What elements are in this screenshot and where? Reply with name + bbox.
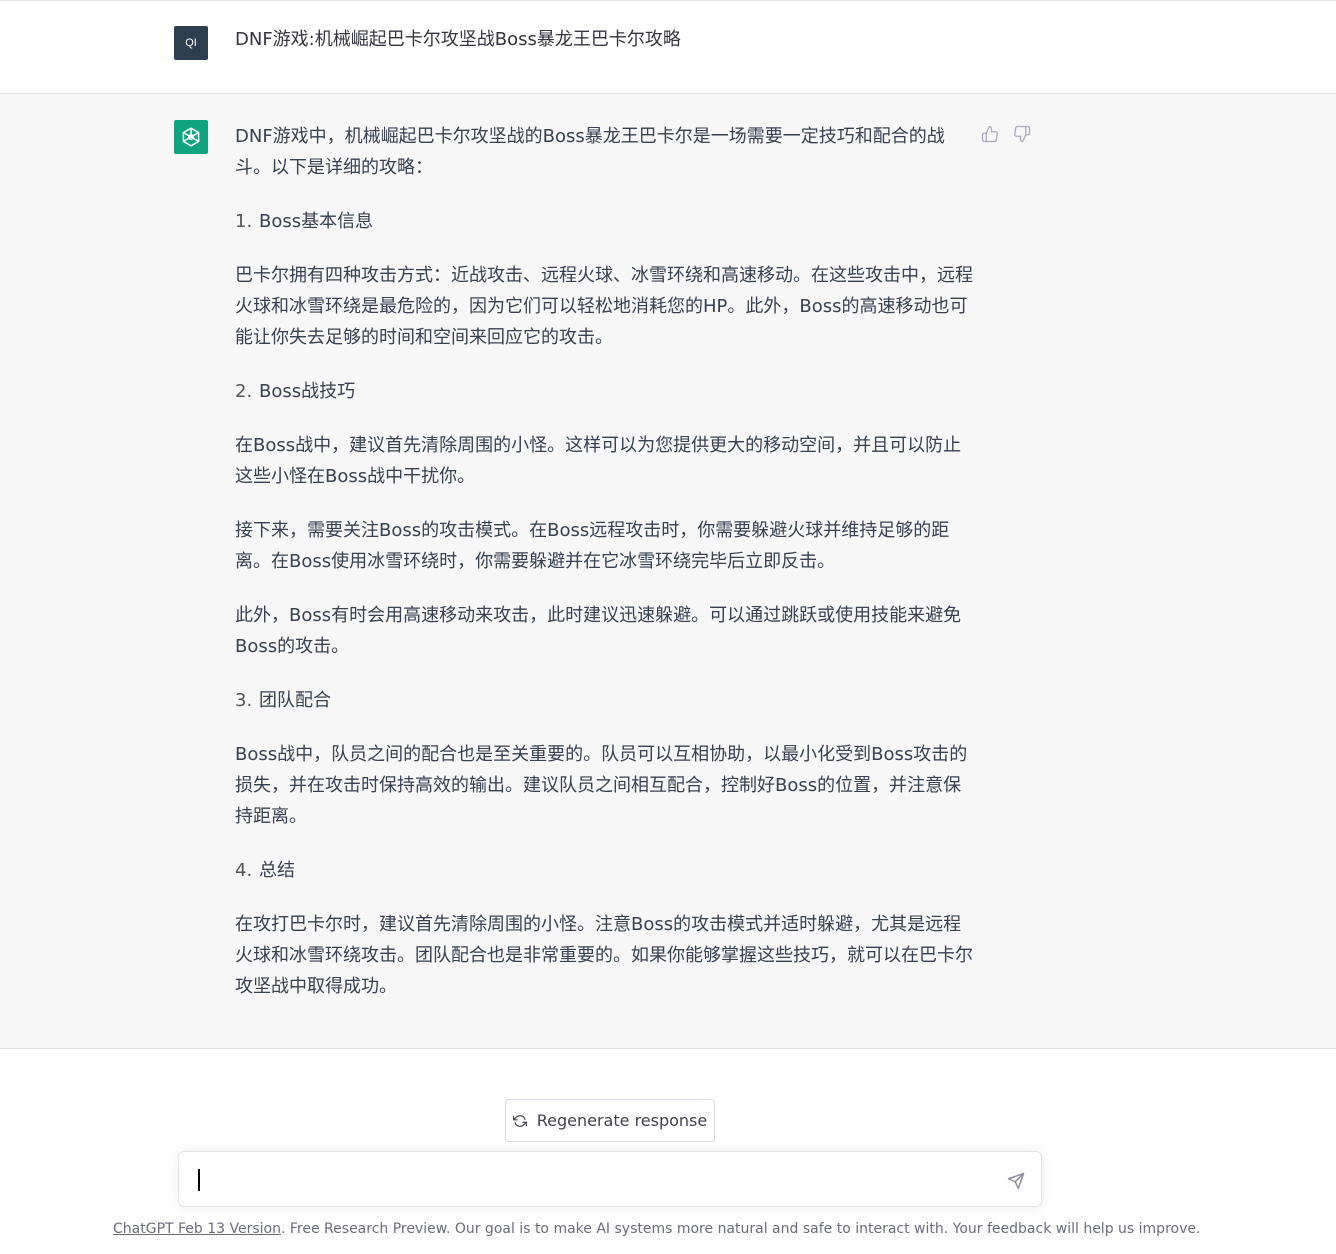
openai-logo-icon [182,127,200,147]
thumbs-down-button[interactable] [1012,124,1032,144]
regenerate-button[interactable]: Regenerate response [505,1099,715,1142]
thumbs-up-icon [981,125,998,143]
list-heading: 4. 总结 [235,855,975,886]
list-heading-text: 团队配合 [259,690,331,711]
answer-paragraph: Boss战中，队员之间的配合也是至关重要的。队员可以互相协助，以最小化受到Bos… [235,744,968,827]
prompt-box [178,1151,1042,1207]
thumbs-up-button[interactable] [980,124,1000,144]
footer-disclaimer: ChatGPT Feb 13 Version. Free Research Pr… [113,1219,1223,1239]
list-number: 2. [235,381,253,402]
assistant-avatar [174,120,208,154]
list-number: 3. [235,690,253,711]
send-button[interactable] [1005,1170,1027,1192]
list-heading: 1. Boss基本信息 [235,206,975,237]
assistant-message-text: DNF游戏中，机械崛起巴卡尔攻坚战的Boss暴龙王巴卡尔是一场需要一定技巧和配合… [235,121,975,1025]
refresh-icon [512,1114,527,1127]
answer-paragraph: 在攻打巴卡尔时，建议首先清除周围的小怪。注意Boss的攻击模式并适时躲避，尤其是… [235,914,973,997]
assistant-message-row: DNF游戏中，机械崛起巴卡尔攻坚战的Boss暴龙王巴卡尔是一场需要一定技巧和配合… [0,94,1336,1049]
version-link[interactable]: ChatGPT Feb 13 Version [113,1221,281,1237]
answer-paragraph: 巴卡尔拥有四种攻击方式：近战攻击、远程火球、冰雪环绕和高速移动。在这些攻击中，远… [235,265,973,348]
user-message-row: QI DNF游戏:机械崛起巴卡尔攻坚战Boss暴龙王巴卡尔攻略 [0,3,1336,94]
user-avatar: QI [174,26,208,60]
feedback-buttons [980,124,1032,144]
answer-paragraph: 在Boss战中，建议首先清除周围的小怪。这样可以为您提供更大的移动空间，并且可以… [235,435,962,487]
answer-paragraph: 接下来，需要关注Boss的攻击模式。在Boss远程攻击时，你需要躲避火球并维持足… [235,520,950,572]
list-heading-text: Boss基本信息 [259,211,374,232]
user-message-text: DNF游戏:机械崛起巴卡尔攻坚战Boss暴龙王巴卡尔攻略 [235,29,681,50]
answer-paragraph: 此外，Boss有时会用高速移动来攻击，此时建议迅速躲避。可以通过跳跃或使用技能来… [235,605,962,657]
footer-text: . Free Research Preview. Our goal is to … [281,1221,1201,1237]
list-heading-text: Boss战技巧 [259,381,356,402]
thumbs-down-icon [1014,125,1031,143]
regenerate-label: Regenerate response [536,1111,708,1130]
send-icon [1007,1172,1025,1190]
list-heading-text: 总结 [259,860,295,881]
text-caret [198,1169,200,1191]
list-heading: 3. 团队配合 [235,685,975,716]
list-number: 4. [235,860,253,881]
prompt-input[interactable] [203,1166,983,1194]
answer-paragraph: DNF游戏中，机械崛起巴卡尔攻坚战的Boss暴龙王巴卡尔是一场需要一定技巧和配合… [235,126,945,178]
list-number: 1. [235,211,253,232]
list-heading: 2. Boss战技巧 [235,376,975,407]
